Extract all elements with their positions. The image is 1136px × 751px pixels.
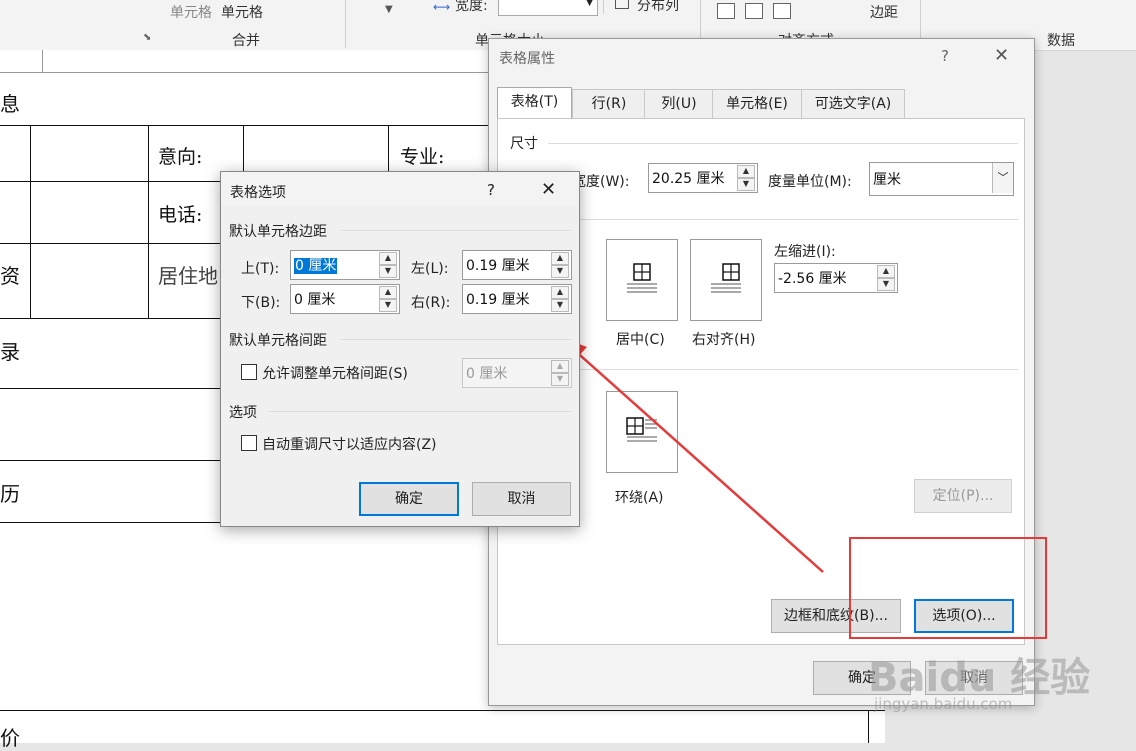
default-spacing-label: 默认单元格间距 <box>229 333 327 349</box>
top-margin-stepper[interactable]: 0 厘米 ▲ ▼ <box>290 250 400 280</box>
spin-up-icon[interactable]: ▲ <box>551 252 569 265</box>
spin-down-icon[interactable]: ▼ <box>551 373 569 386</box>
default-margins-label: 默认单元格边距 <box>229 224 327 240</box>
spin-down-icon[interactable]: ▼ <box>551 299 569 312</box>
cell-spacing-value: 0 厘米 <box>466 366 508 382</box>
spin-down-icon[interactable]: ▼ <box>379 265 397 278</box>
allow-spacing-checkbox[interactable] <box>241 364 257 380</box>
spin-down-icon[interactable]: ▼ <box>379 299 397 312</box>
spin-down-icon[interactable]: ▼ <box>551 265 569 278</box>
auto-resize-checkbox[interactable] <box>241 435 257 451</box>
table-options-title: 表格选项 <box>230 185 286 201</box>
table-options-body: 默认单元格边距 上(T): 0 厘米 ▲ ▼ 左(L): 0.19 厘米 ▲ ▼… <box>221 206 579 526</box>
help-button[interactable]: ? <box>487 181 495 199</box>
top-margin-value: 0 厘米 <box>294 258 338 274</box>
ok-button[interactable]: 确定 <box>359 482 459 516</box>
close-icon[interactable]: ✕ <box>541 179 556 200</box>
top-margin-label: 上(T): <box>241 261 280 277</box>
allow-spacing-label[interactable]: 允许调整单元格间距(S) <box>262 363 408 383</box>
bottom-margin-stepper[interactable]: 0 厘米 ▲ ▼ <box>290 284 400 314</box>
left-margin-stepper[interactable]: 0.19 厘米 ▲ ▼ <box>462 250 572 280</box>
right-margin-stepper[interactable]: 0.19 厘米 ▲ ▼ <box>462 284 572 314</box>
table-options-dialog: 表格选项 ? ✕ 默认单元格边距 上(T): 0 厘米 ▲ ▼ 左(L): 0.… <box>220 171 580 527</box>
left-margin-value: 0.19 厘米 <box>466 258 530 274</box>
watermark-url: jingyan.baidu.com <box>874 695 1013 713</box>
bottom-margin-value: 0 厘米 <box>294 292 336 308</box>
spin-up-icon[interactable]: ▲ <box>379 286 397 299</box>
options-group-label: 选项 <box>229 405 257 421</box>
bottom-margin-label: 下(B): <box>241 295 281 311</box>
cell-spacing-stepper[interactable]: 0 厘米 ▲ ▼ <box>462 358 572 388</box>
cancel-button[interactable]: 取消 <box>472 482 571 516</box>
spin-up-icon[interactable]: ▲ <box>551 360 569 373</box>
baidu-jingyan-watermark: Baidu 经验 jingyan.baidu.com <box>868 645 1098 725</box>
spin-up-icon[interactable]: ▲ <box>379 252 397 265</box>
spin-up-icon[interactable]: ▲ <box>551 286 569 299</box>
auto-resize-label[interactable]: 自动重调尺寸以适应内容(Z) <box>262 434 437 454</box>
right-margin-value: 0.19 厘米 <box>466 292 530 308</box>
left-margin-label: 左(L): <box>411 261 449 277</box>
right-margin-label: 右(R): <box>411 295 451 311</box>
